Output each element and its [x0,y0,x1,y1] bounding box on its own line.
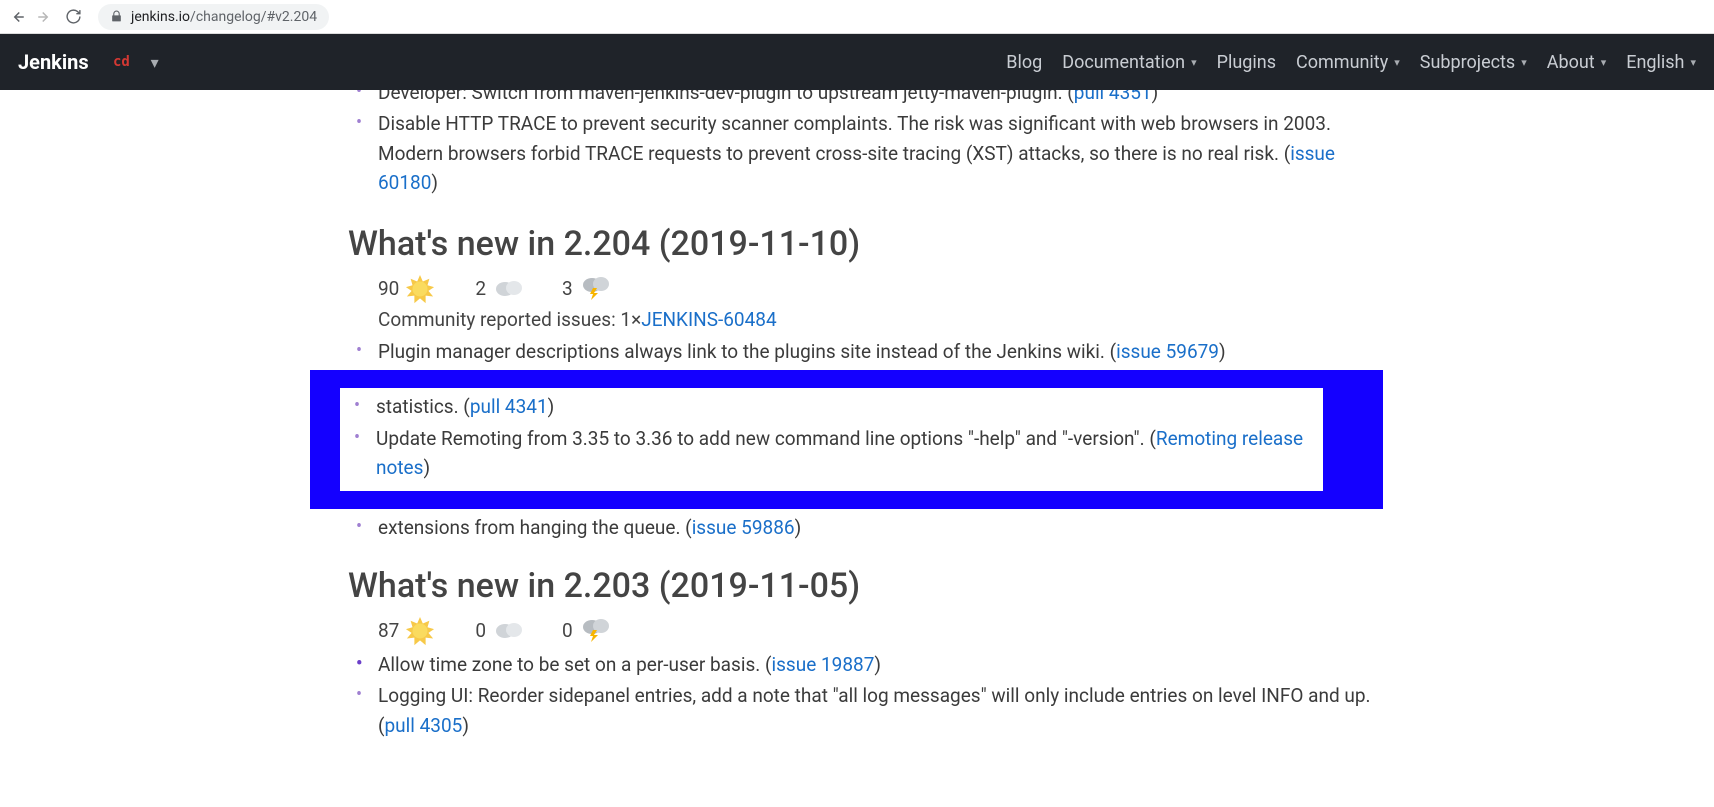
list-item: Update Remoting from 3.35 to 3.36 to add… [376,424,1319,483]
storm-icon [579,274,609,304]
changelog-link[interactable]: pull 4305 [385,714,463,737]
changelog-list-2204-post: extensions from hanging the queue. (issu… [348,513,1398,542]
back-icon[interactable] [8,8,26,26]
changelog-link[interactable]: issue 19887 [771,653,874,676]
svg-text:cd: cd [113,54,130,70]
list-item: Developer: Switch from maven-jenkins-dev… [378,90,1398,107]
changelog-list-top: Developer: Switch from maven-jenkins-dev… [348,90,1398,198]
section-heading-2203: What's new in 2.203 (2019-11-05) [348,566,1398,606]
nav-item-subprojects[interactable]: Subprojects ▾ [1420,52,1527,73]
cd-badge[interactable]: cd ▾ [113,53,159,72]
list-item: Allow time zone to be set on a per-user … [378,650,1398,679]
chevron-down-icon: ▾ [1601,56,1607,69]
list-item: statistics. (pull 4341) [376,392,1319,421]
chevron-down-icon: ▾ [1690,56,1696,69]
changelog-list-2204-pre: Plugin manager descriptions always link … [348,337,1398,366]
changelog-link[interactable]: pull 4341 [470,395,548,418]
browser-chrome: jenkins.io/changelog/#v2.204 [0,0,1714,34]
rating-storm[interactable]: 3 [562,274,609,304]
url-bar[interactable]: jenkins.io/changelog/#v2.204 [98,4,329,30]
rating-sunny-count: 90 [378,277,399,300]
reload-icon[interactable] [64,8,82,26]
cd-icon: cd [113,53,141,71]
list-item: Disable HTTP TRACE to prevent security s… [378,109,1398,197]
forward-icon[interactable] [36,8,54,26]
rating-sunny[interactable]: 90 [378,274,435,304]
changelog-list-2203: Allow time zone to be set on a per-user … [348,650,1398,740]
nav-item-english[interactable]: English ▾ [1626,52,1696,73]
ratings-row-2204: 90 2 3 [348,274,1398,304]
changelog-link[interactable]: issue 59679 [1116,340,1219,363]
chevron-down-icon: ▾ [1521,56,1527,69]
url-text: jenkins.io/changelog/#v2.204 [131,9,317,25]
storm-icon [579,616,609,646]
chevron-down-icon: ▾ [1394,56,1400,69]
list-item: extensions from hanging the queue. (issu… [378,513,1398,542]
ratings-row-2203: 87 0 0 [348,616,1398,646]
sun-icon [405,274,435,304]
list-item: Plugin manager descriptions always link … [378,337,1398,366]
changelog-link[interactable]: issue 59886 [692,516,795,539]
chevron-down-icon: ▾ [151,53,159,72]
top-nav: Jenkins cd ▾ Blog Documentation ▾ Plugins C… [0,34,1714,90]
nav-item-blog[interactable]: Blog [1006,52,1042,73]
nav-item-documentation[interactable]: Documentation ▾ [1062,52,1196,73]
rating-storm-count: 3 [562,277,573,300]
rating-storm[interactable]: 0 [562,616,609,646]
rating-cloudy[interactable]: 0 [475,616,522,646]
rating-sunny[interactable]: 87 [378,616,435,646]
rating-cloudy-count: 2 [475,277,486,300]
rating-cloudy[interactable]: 2 [475,274,522,304]
rating-cloudy-count: 0 [475,619,486,642]
community-issues-line: Community reported issues: 1×JENKINS-604… [348,308,1398,331]
chevron-down-icon: ▾ [1191,56,1197,69]
sun-icon [405,616,435,646]
rating-sunny-count: 87 [378,619,399,642]
brand-logo[interactable]: Jenkins [18,50,89,74]
nav-item-community[interactable]: Community ▾ [1296,52,1400,73]
issues-link[interactable]: JENKINS-60484 [641,308,776,331]
changelog-link[interactable]: pull 4351 [1074,90,1152,104]
nav-item-about[interactable]: About ▾ [1547,52,1606,73]
rating-storm-count: 0 [562,619,573,642]
list-item: Logging UI: Reorder sidepanel entries, a… [378,681,1398,740]
cloud-icon [492,616,522,646]
lock-icon [110,10,123,23]
section-heading-2204: What's new in 2.204 (2019-11-10) [348,224,1398,264]
cloud-icon [492,274,522,304]
highlight-box: statistics. (pull 4341) Update Remoting … [310,370,1383,508]
nav-item-plugins[interactable]: Plugins [1217,52,1276,73]
